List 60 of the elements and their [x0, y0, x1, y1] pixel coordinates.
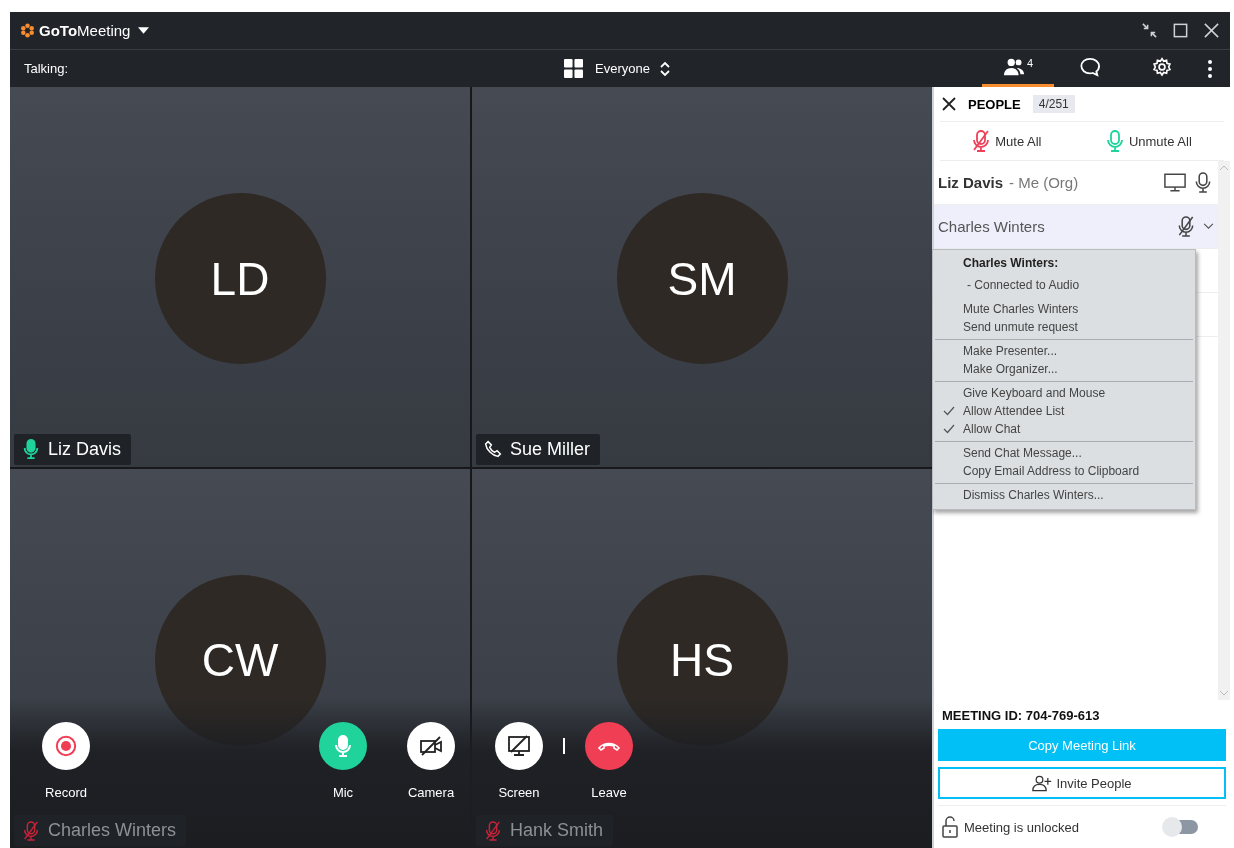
menu-item[interactable]: Give Keyboard and Mouse [935, 384, 1193, 402]
logo-icon [20, 23, 35, 38]
participant-name: Sue Miller [510, 438, 591, 460]
panel-title: PEOPLE [968, 96, 1021, 112]
mute-all-button[interactable]: Mute All [972, 130, 1042, 152]
menu-item[interactable]: Send Chat Message... [935, 444, 1193, 462]
participant-name: Liz Davis [938, 174, 1004, 191]
avatar: LD [154, 193, 326, 364]
menu-item[interactable]: Send unmute request [935, 318, 1193, 336]
talking-label: Talking: [24, 61, 70, 76]
screen-button[interactable]: Screen [487, 722, 551, 800]
menu-status: - Connected to Audio [966, 277, 1081, 294]
maximize-icon[interactable] [1172, 22, 1189, 39]
unmute-all-button[interactable]: Unmute All [1105, 130, 1192, 152]
add-person-icon [1032, 774, 1053, 792]
people-count: 4/251 [1032, 95, 1075, 113]
participant-row[interactable]: Charles Winters [934, 205, 1218, 249]
close-icon[interactable] [942, 97, 956, 111]
chat-icon [1079, 57, 1101, 77]
settings-icon [1151, 57, 1173, 77]
app-name[interactable]: GoToMeeting [39, 22, 131, 39]
screen-off-icon [507, 735, 531, 757]
menu-item[interactable]: Copy Email Address to Clipboard [935, 462, 1193, 480]
caret-icon[interactable] [138, 27, 150, 34]
participant-note: - Me (Org) [1009, 174, 1079, 191]
invite-button[interactable]: Invite People [938, 767, 1226, 799]
muted-mic-icon [22, 820, 40, 841]
more-icon[interactable] [1208, 59, 1212, 78]
meeting-id: MEETING ID: 704-769-613 [941, 708, 1101, 723]
camera-button[interactable]: Camera [399, 722, 463, 800]
menu-item[interactable]: Allow Attendee List [935, 402, 1193, 420]
phone-icon [484, 439, 502, 459]
menu-item[interactable]: Allow Chat [935, 420, 1193, 438]
people-icon [1002, 57, 1025, 77]
muted-mic-icon [972, 130, 991, 152]
participant-name: Charles Winters [938, 218, 1045, 235]
avatar: SM [616, 193, 788, 364]
muted-mic-icon [484, 820, 502, 841]
menu-item[interactable]: Dismiss Charles Winters... [935, 486, 1193, 504]
avatar: HS [616, 574, 788, 746]
view-selector[interactable]: Everyone [595, 60, 670, 77]
mic-icon [22, 439, 40, 459]
avatar: CW [154, 574, 326, 746]
record-button[interactable]: Record [34, 722, 98, 800]
mic-icon [1105, 130, 1124, 152]
lock-label: Meeting is unlocked [964, 819, 1079, 835]
menu-item[interactable]: Make Organizer... [935, 360, 1193, 378]
chevron-icon[interactable] [1203, 223, 1214, 230]
lock-toggle[interactable] [1164, 820, 1198, 834]
grid-view-icon[interactable] [564, 59, 583, 78]
up-down-icon [659, 60, 670, 77]
participant-name: Charles Winters [48, 820, 177, 841]
camera-off-icon [419, 735, 443, 757]
participant-name: Liz Davis [48, 438, 122, 460]
record-icon [54, 735, 78, 757]
restore-icon[interactable] [1141, 22, 1158, 39]
participant-name: Hank Smith [510, 820, 604, 841]
menu-title: Charles Winters: [962, 255, 1060, 272]
menu-item[interactable]: Make Presenter... [935, 342, 1193, 360]
menu-item[interactable]: Mute Charles Winters [935, 300, 1193, 318]
